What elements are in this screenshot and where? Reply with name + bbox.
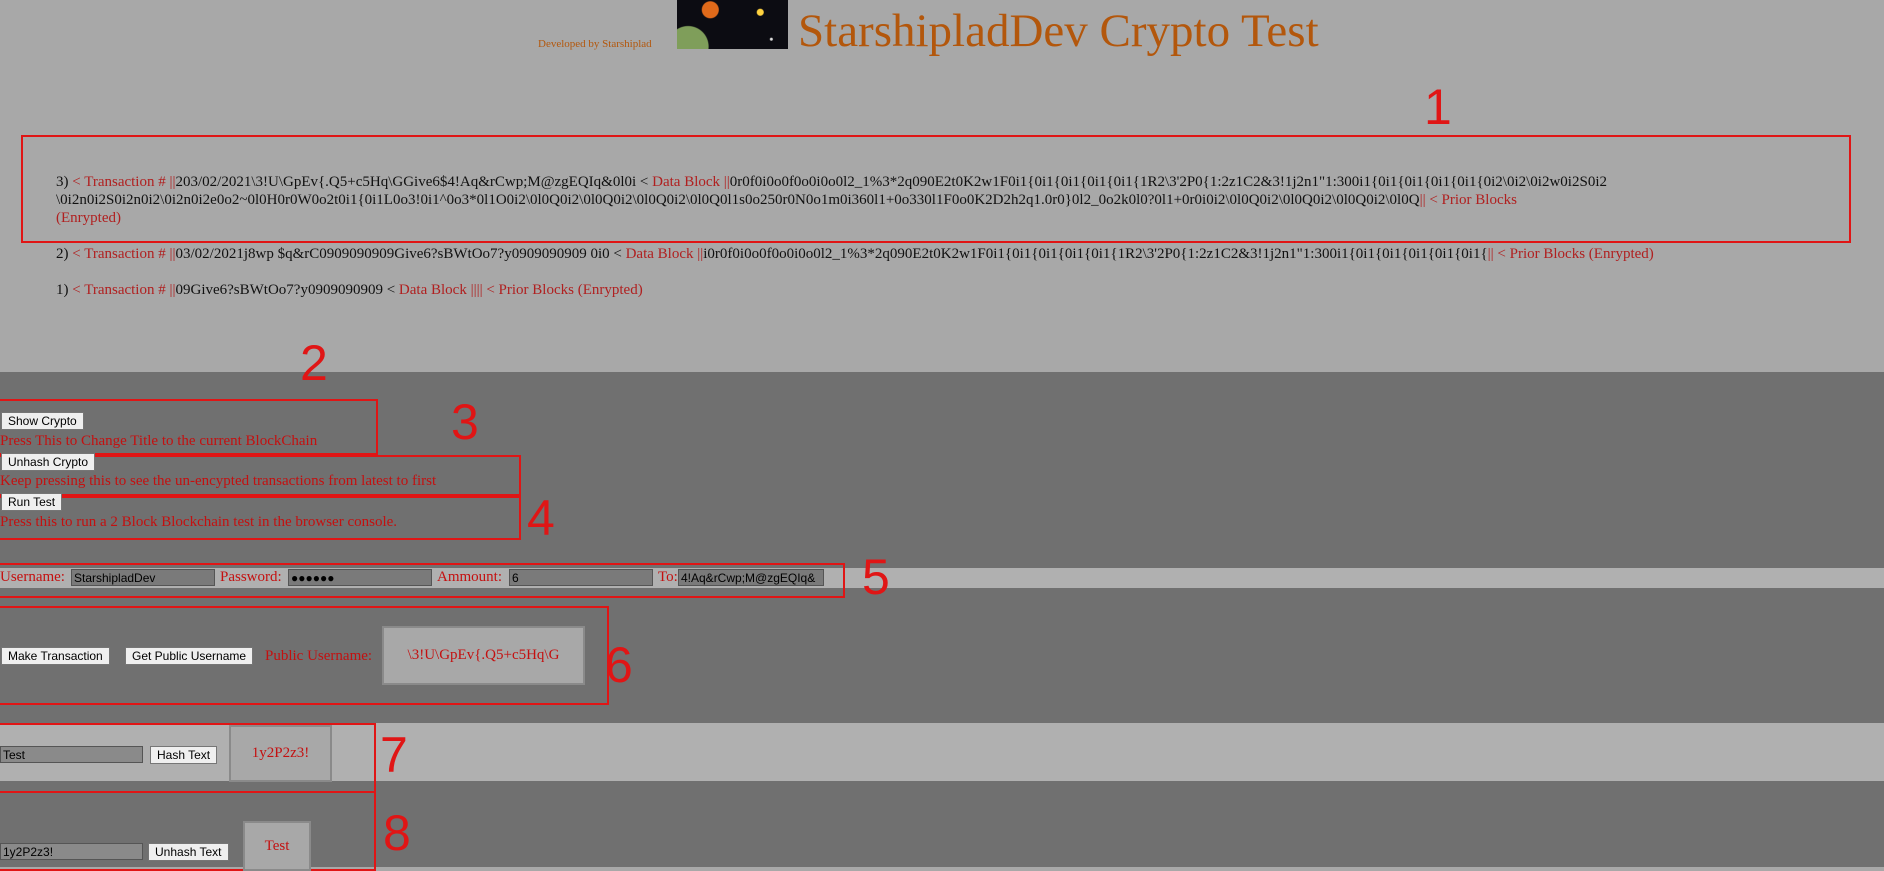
password-field[interactable] <box>288 569 432 586</box>
unhash-crypto-hint: Keep pressing this to see the un-encypte… <box>0 473 437 489</box>
transaction-label: < Transaction # || <box>72 282 176 298</box>
block-index: 1) <box>56 282 69 298</box>
username-label: Username: <box>0 569 65 585</box>
transaction-label: < Transaction # || <box>72 246 176 262</box>
unhash-input[interactable] <box>0 843 143 860</box>
logo-image <box>677 0 788 49</box>
unhash-text-button[interactable]: Unhash Text <box>148 843 229 861</box>
data-block-value: 0r0f0i0o0f0o0i0o0l2_1%3*2q090E2t0K2w1F0i… <box>729 174 1607 190</box>
run-test-button[interactable]: Run Test <box>1 493 63 511</box>
amount-field[interactable] <box>509 569 653 586</box>
data-block-value-continued: \0i2n0i2S0i2n0i2\0i2n0i2e0o2~0l0H0r0W0o2… <box>56 192 1420 208</box>
transaction-value: 09Give6?sBWtOo7?y0909090909 < <box>175 282 396 298</box>
password-label: Password: <box>220 569 282 585</box>
block-index: 3) <box>56 174 69 190</box>
prior-blocks-label: || < Prior Blocks (Enrypted) <box>1487 246 1654 262</box>
block-index: 2) <box>56 246 69 262</box>
annotation-8: 8 <box>383 805 411 861</box>
unhash-output: Test <box>243 821 311 871</box>
unhash-crypto-button[interactable]: Unhash Crypto <box>1 453 96 471</box>
public-username-label: Public Username: <box>265 648 373 664</box>
prior-blocks-label: < Prior Blocks (Enrypted) <box>486 282 643 298</box>
hash-text-button[interactable]: Hash Text <box>150 746 218 764</box>
get-public-username-button[interactable]: Get Public Username <box>125 647 254 665</box>
annotation-4: 4 <box>527 490 555 546</box>
annotation-5: 5 <box>862 549 890 605</box>
hash-input[interactable] <box>0 746 143 763</box>
amount-label: Ammount: <box>437 569 503 585</box>
transaction-value: 03/02/2021j8wp $q&rC0909090909Give6?sBWt… <box>175 246 622 262</box>
run-test-hint: Press this to run a 2 Block Blockchain t… <box>0 514 398 530</box>
to-label: To: <box>658 569 678 585</box>
hash-output: 1y2P2z3! <box>229 725 332 782</box>
block-1: 1) < Transaction # ||09Give6?sBWtOo7?y09… <box>56 281 643 299</box>
page-title: StarshipladDev Crypto Test <box>798 5 1319 57</box>
show-crypto-button[interactable]: Show Crypto <box>1 412 84 430</box>
make-transaction-button[interactable]: Make Transaction <box>1 647 110 665</box>
username-field[interactable] <box>71 569 215 586</box>
annotation-6: 6 <box>605 637 633 693</box>
annotation-3: 3 <box>451 394 479 450</box>
annotation-1: 1 <box>1424 79 1452 135</box>
prior-blocks-label: || < Prior Blocks <box>1419 192 1517 208</box>
to-field[interactable] <box>678 569 824 586</box>
data-block-label: Data Block || <box>625 246 704 262</box>
data-block-label: Data Block || <box>652 174 730 190</box>
annotation-7: 7 <box>380 727 408 783</box>
prior-blocks-label-continued: (Enrypted) <box>56 210 121 226</box>
developer-credit: Developed by Starshiplad <box>538 38 652 50</box>
public-username-output: \3!U\GpEv{.Q5+c5Hq\G <box>382 626 585 685</box>
data-block-value: i0r0f0i0o0f0o0i0o0l2_1%3*2q090E2t0K2w1F0… <box>703 246 1488 262</box>
show-crypto-hint: Press This to Change Title to the curren… <box>0 433 318 449</box>
block-3: 3) < Transaction # ||203/02/2021\3!U\GpE… <box>56 173 1846 227</box>
block-2: 2) < Transaction # ||03/02/2021j8wp $q&r… <box>56 245 1654 263</box>
transaction-label: < Transaction # || <box>72 174 176 190</box>
data-block-label: Data Block |||| <box>398 282 483 298</box>
annotation-2: 2 <box>300 335 328 391</box>
transaction-value: 203/02/2021\3!U\GpEv{.Q5+c5Hq\GGive6$4!A… <box>175 174 649 190</box>
